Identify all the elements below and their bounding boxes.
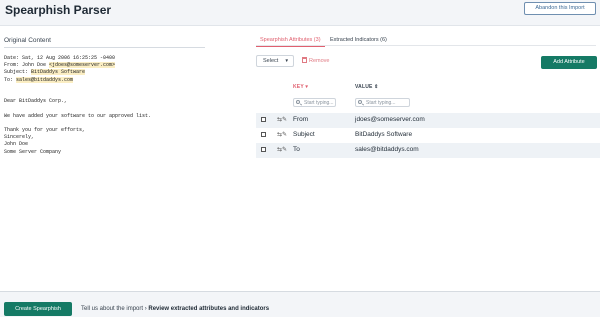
email-from-prefix: From: John Doe	[4, 62, 50, 69]
tab-spearphish-attributes[interactable]: Spearphish Attributes (3)	[256, 37, 325, 47]
email-subject-highlight: BitDaddys Software	[31, 69, 86, 76]
edit-icon[interactable]: ⇆✎	[277, 131, 287, 138]
row-key: To	[293, 146, 300, 153]
email-from-highlight: <jdoes@someserver.com>	[49, 62, 116, 69]
email-date-line: Date: Sat, 12 Aug 2006 16:25:25 -0400	[4, 55, 116, 61]
chevron-down-icon: ▼	[284, 58, 289, 63]
bulk-select-dropdown[interactable]: Select ▼	[256, 55, 294, 67]
row-key: From	[293, 116, 309, 123]
email-body-line: We have added your software to our appro…	[4, 112, 152, 119]
create-spearphish-button[interactable]: Create Spearphish	[4, 302, 72, 316]
remove-button[interactable]: Remove	[302, 57, 329, 64]
row-value: sales@bitdaddys.com	[355, 146, 419, 153]
step-previous[interactable]: Tell us about the import	[81, 306, 143, 312]
email-body-line: John Doe	[4, 141, 29, 148]
row-checkbox[interactable]	[261, 147, 266, 152]
abandon-import-button[interactable]: Abandon this Import	[524, 2, 596, 15]
original-content-title: Original Content	[4, 37, 51, 44]
sort-desc-icon: ▾	[305, 84, 309, 90]
email-subject-prefix: Subject:	[4, 69, 32, 76]
email-content: Date: Sat, 12 Aug 2006 16:25:25 -0400 Fr…	[4, 55, 151, 156]
email-body-line: Thank you for your efforts,	[4, 127, 86, 134]
left-divider	[4, 47, 205, 48]
chevron-right-icon: ›	[144, 306, 147, 312]
row-value: BitDaddys Software	[355, 131, 413, 138]
search-icon	[296, 100, 300, 104]
select-label: Select	[263, 58, 279, 64]
email-body-line: Some Server Company	[4, 148, 62, 155]
step-current: Review extracted attributes and indicato…	[148, 306, 270, 312]
attribute-tabs: Spearphish Attributes (3) Extracted Indi…	[256, 34, 596, 47]
table-row: ⇆✎ Subject BitDaddys Software	[256, 128, 600, 143]
table-row: ⇆✎ To sales@bitdaddys.com	[256, 143, 600, 158]
sort-icon: ⇕	[374, 84, 379, 90]
trash-icon	[302, 57, 307, 63]
wizard-steps: Tell us about the import › Review extrac…	[81, 306, 269, 312]
column-value-label: VALUE	[355, 84, 373, 90]
table-row: ⇆✎ From jdoes@someserver.com	[256, 113, 600, 128]
row-checkbox[interactable]	[261, 117, 266, 122]
remove-label: Remove	[309, 58, 330, 64]
search-icon	[358, 100, 362, 104]
page-title: Spearphish Parser	[5, 3, 112, 17]
edit-icon[interactable]: ⇆✎	[277, 146, 287, 153]
row-checkbox[interactable]	[261, 132, 266, 137]
add-attribute-button[interactable]: Add Attribute	[541, 56, 597, 69]
column-key-label: KEY	[293, 84, 304, 90]
column-header-value[interactable]: VALUE ⇕	[355, 84, 379, 90]
email-to-prefix: To:	[4, 76, 17, 83]
wizard-footer: Create Spearphish Tell us about the impo…	[0, 291, 600, 317]
column-header-key[interactable]: KEY ▾	[293, 84, 308, 90]
row-value: jdoes@someserver.com	[355, 116, 425, 123]
email-to-highlight: sales@bitdaddys.com	[16, 76, 74, 83]
row-key: Subject	[293, 131, 315, 138]
email-body-line: Sincerely,	[4, 134, 35, 141]
tab-extracted-indicators[interactable]: Extracted Indicators (6)	[330, 37, 387, 43]
edit-icon[interactable]: ⇆✎	[277, 116, 287, 123]
email-body-line: Dear BitDaddys Corp.,	[4, 98, 68, 105]
page-header: Spearphish Parser Abandon this Import	[0, 0, 600, 26]
